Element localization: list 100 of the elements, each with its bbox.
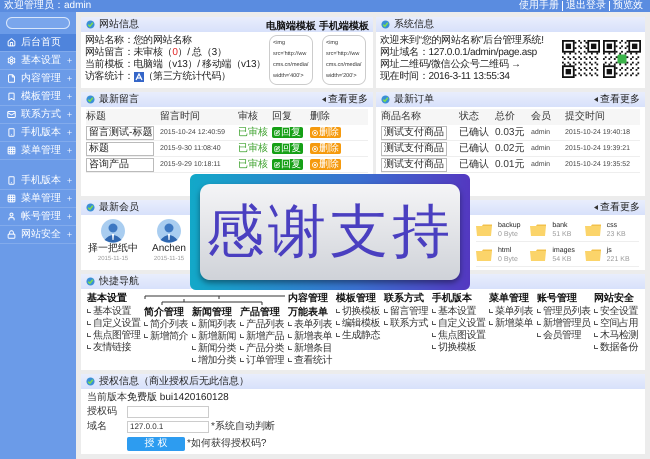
- hint-text: *系统自动判断: [211, 421, 275, 433]
- mail-icon: [7, 110, 16, 119]
- stats-note: （第三方统计代码）: [144, 71, 231, 83]
- nav-heading[interactable]: 基本设置: [87, 292, 143, 306]
- product-field[interactable]: 测试支付商品: [381, 126, 447, 140]
- help-link[interactable]: *如何获得授权码?: [187, 438, 266, 450]
- table-cell-text: 已确认: [459, 126, 490, 138]
- product-field[interactable]: 测试支付商品: [381, 158, 447, 172]
- nav-link[interactable]: 基本设置: [432, 306, 488, 318]
- info-line: 网址二维码/微信公众号二维码 →: [380, 59, 522, 70]
- title-field[interactable]: 咨询产品: [86, 158, 154, 172]
- table-cell-text: 已确认: [459, 158, 490, 170]
- nav-link[interactable]: 产品分类: [240, 343, 287, 355]
- nav-heading[interactable]: 产品管理: [240, 306, 287, 319]
- nav-link[interactable]: 联系方式: [384, 318, 431, 330]
- nav-link[interactable]: 增加分类: [192, 355, 239, 367]
- view-more-link[interactable]: 查看更多: [594, 94, 640, 106]
- table-cell-text: 0.02元: [495, 142, 526, 154]
- nav-link[interactable]: 简介列表: [144, 319, 191, 331]
- stats-icon: [134, 72, 144, 82]
- panel-title: 最新订单: [394, 94, 434, 106]
- nav-link[interactable]: 基本设置: [87, 306, 143, 318]
- status-text: 已审核: [238, 126, 269, 138]
- column-header: 留言时间: [160, 111, 201, 123]
- nav-link[interactable]: 友情链接: [87, 342, 143, 354]
- nav-link[interactable]: 新增管理员: [537, 318, 593, 330]
- nav-link[interactable]: 新闻列表: [192, 319, 239, 331]
- title-field[interactable]: 标题: [86, 142, 154, 156]
- nav-link[interactable]: 留言管理: [384, 306, 431, 318]
- nav-link[interactable]: 自定义设置: [87, 318, 143, 330]
- nav-link[interactable]: 表单列表: [288, 319, 335, 331]
- panel-title: 最新会员: [99, 202, 139, 214]
- version-text: 免费版 bui1420160128: [127, 392, 229, 404]
- nav-link[interactable]: 木马检测: [594, 330, 641, 342]
- nav-heading[interactable]: 万能表单: [288, 306, 335, 319]
- folder-icon: [476, 249, 492, 261]
- nav-link[interactable]: 新增简介: [144, 331, 191, 343]
- qr-code: [603, 40, 641, 78]
- template-title: 电脑端模板: [266, 19, 316, 34]
- nav-link[interactable]: 生成静态: [336, 330, 383, 342]
- search-field[interactable]: [6, 17, 70, 29]
- triangle-icon: [322, 97, 326, 102]
- info-line: 当前模板：电脑端（v13）/ 移动端（v13）: [85, 59, 263, 70]
- nav-link[interactable]: 编辑模板: [336, 318, 383, 330]
- nav-link[interactable]: 切换模板: [336, 306, 383, 318]
- nav-link[interactable]: 新增新闻: [192, 331, 239, 343]
- nav-link[interactable]: 新闻分类: [192, 343, 239, 355]
- form-label: 域名: [87, 421, 108, 433]
- nav-link[interactable]: 安全设置: [594, 306, 641, 318]
- column-header: 审核: [238, 111, 259, 123]
- nav-link[interactable]: 查看统计: [288, 355, 335, 367]
- folder-icon: [476, 224, 492, 236]
- nav-link[interactable]: 自定义设置: [432, 318, 488, 330]
- input-field[interactable]: [127, 406, 209, 418]
- nav-link[interactable]: 新增菜单: [489, 318, 536, 330]
- folder-icon: [584, 224, 601, 236]
- nav-heading[interactable]: 账号管理: [537, 292, 593, 306]
- status-text: 已审核: [238, 158, 269, 170]
- nav-heading[interactable]: 网站安全: [594, 292, 641, 306]
- nav-link[interactable]: 数据备份: [594, 342, 641, 354]
- view-more-link[interactable]: 查看更多: [594, 202, 640, 214]
- info-line: 现在时间：2016-3-11 13:55:34: [380, 71, 511, 83]
- nav-heading[interactable]: 联系方式: [384, 292, 431, 306]
- nav-heading[interactable]: 简介管理: [144, 306, 191, 319]
- title-field[interactable]: 留言测试-标题: [86, 126, 154, 140]
- nav-heading[interactable]: 菜单管理: [489, 292, 536, 306]
- nav-link[interactable]: 订单管理: [240, 355, 287, 367]
- nav-link[interactable]: 菜单列表: [489, 306, 536, 318]
- nav-link[interactable]: 新增表单: [288, 331, 335, 343]
- nav-link[interactable]: 焦点图管理: [87, 330, 143, 342]
- check-circle-icon: [86, 277, 95, 286]
- edit-icon: [274, 130, 280, 136]
- panel-title: 最新留言: [99, 94, 139, 106]
- table-cell-text: 已确认: [459, 142, 490, 154]
- nav-link[interactable]: 新增产品: [240, 331, 287, 343]
- nav-heading[interactable]: 手机版本: [432, 292, 488, 306]
- column-header: 商品名称: [381, 111, 422, 123]
- close-icon: [312, 146, 318, 152]
- member-name[interactable]: 择一把纸中: [88, 243, 138, 255]
- nav-link[interactable]: 空间占用: [594, 318, 641, 330]
- nav-link[interactable]: 会员管理: [537, 330, 593, 342]
- nav-link[interactable]: 焦点图设置: [432, 330, 488, 342]
- nav-link[interactable]: 管理员列表: [537, 306, 593, 318]
- check-circle-icon: [381, 20, 390, 29]
- sidebar-item[interactable]: 后台首页: [0, 34, 76, 52]
- view-more-link[interactable]: 查看更多: [322, 94, 368, 106]
- nav-link[interactable]: 切换模板: [432, 342, 488, 354]
- check-circle-icon: [86, 203, 95, 212]
- folder-icon: [584, 249, 601, 261]
- member-name[interactable]: Anchen: [152, 243, 186, 255]
- check-circle-icon: [381, 95, 390, 104]
- nav-heading[interactable]: 新闻管理: [192, 306, 239, 319]
- panel-title: 系统信息: [394, 18, 434, 30]
- folder-icon: [530, 249, 546, 261]
- nav-link[interactable]: 新增条目: [288, 343, 335, 355]
- nav-heading[interactable]: 模板管理: [336, 292, 383, 306]
- grid-icon: [7, 146, 16, 155]
- input-field[interactable]: 127.0.0.1: [127, 421, 209, 433]
- product-field[interactable]: 测试支付商品: [381, 142, 447, 156]
- nav-link[interactable]: 产品列表: [240, 319, 287, 331]
